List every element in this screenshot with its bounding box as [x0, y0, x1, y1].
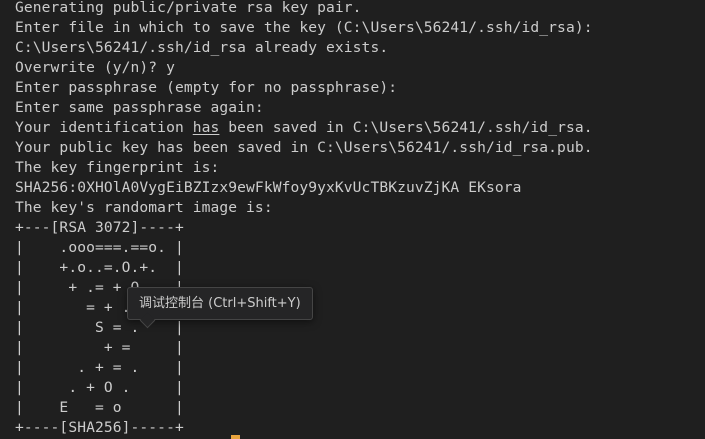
randomart-line: +----[SHA256]-----+ [15, 419, 184, 436]
terminal-line-suffix: been saved in C:\Users\56241/.ssh/id_rsa… [219, 119, 593, 136]
terminal-panel[interactable]: Generating public/private rsa key pair. … [0, 0, 705, 439]
terminal-cursor [231, 435, 240, 439]
terminal-line: Enter passphrase (empty for no passphras… [15, 79, 398, 96]
terminal-line: Enter file in which to save the key (C:\… [15, 19, 593, 36]
randomart-line: | S = . | [15, 319, 184, 336]
randomart-line: | .ooo===.==o. | [15, 239, 184, 256]
terminal-link-word[interactable]: has [193, 119, 220, 136]
randomart-line: +---[RSA 3072]----+ [15, 219, 184, 236]
terminal-line: Your public key has been saved in C:\Use… [15, 139, 593, 156]
terminal-line: Generating public/private rsa key pair. [15, 0, 362, 16]
terminal-line: The key fingerprint is: [15, 159, 220, 176]
randomart-line: | +.o..=.O.+. | [15, 259, 184, 276]
randomart-line: | . + = . | [15, 359, 184, 376]
terminal-line: SHA256:0XHOlA0VygEiBZIzx9ewFkWfoy9yxKvUc… [15, 179, 522, 196]
terminal-output: Generating public/private rsa key pair. … [15, 0, 593, 438]
terminal-line-prefix: Your identification [15, 119, 193, 136]
terminal-line: Your identification has been saved in C:… [15, 118, 593, 138]
terminal-line: C:\Users\56241/.ssh/id_rsa already exist… [15, 39, 389, 56]
terminal-line: The key's randomart image is: [15, 199, 273, 216]
randomart-line: | . + O . | [15, 379, 184, 396]
debug-console-tooltip: 调试控制台 (Ctrl+Shift+Y) [127, 287, 313, 329]
tooltip-text: 调试控制台 (Ctrl+Shift+Y) [139, 296, 301, 311]
terminal-line: Overwrite (y/n)? y [15, 59, 175, 76]
randomart-line: | + = | [15, 339, 184, 356]
terminal-line: Enter same passphrase again: [15, 99, 264, 116]
randomart-line: | E = o | [15, 399, 184, 416]
